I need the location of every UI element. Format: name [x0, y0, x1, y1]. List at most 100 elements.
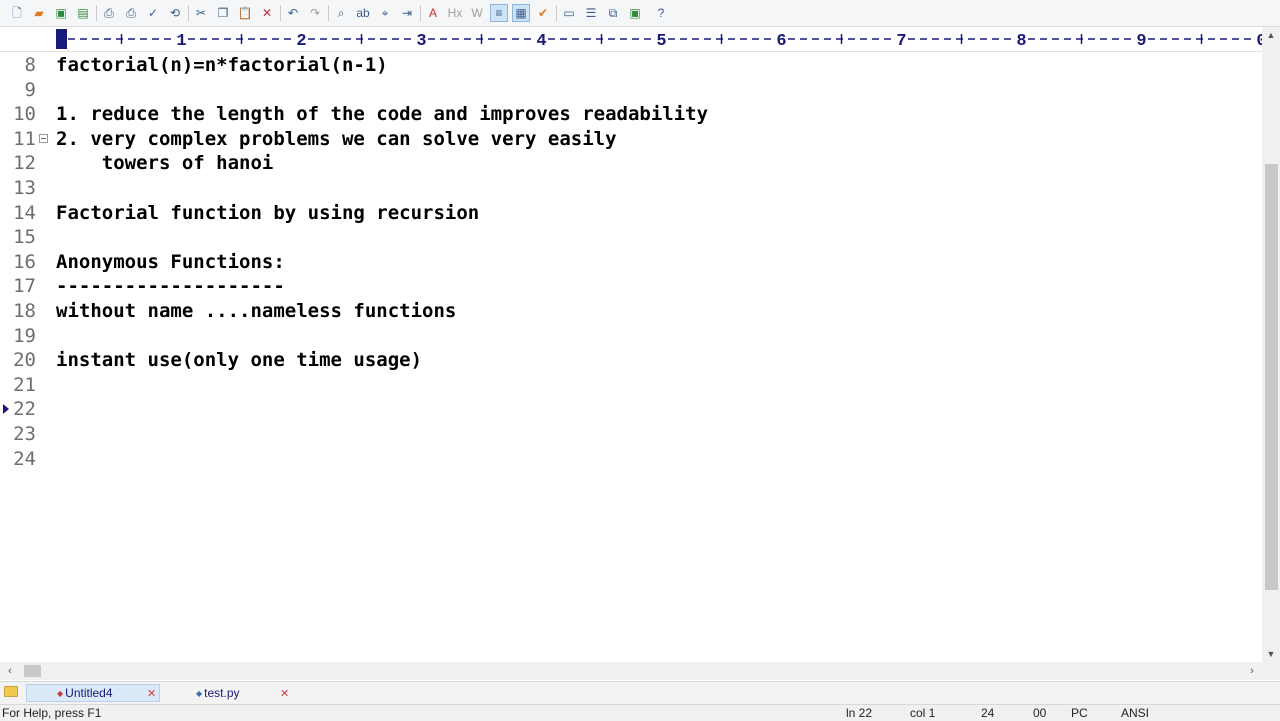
editor-line[interactable]: 15	[0, 225, 1262, 249]
editor-line[interactable]: 12 towers of hanoi	[0, 151, 1262, 175]
find-in-files-icon[interactable]: ⌖	[376, 4, 394, 22]
line-text[interactable]: towers of hanoi	[56, 151, 274, 175]
cut-icon[interactable]: ✂	[192, 4, 210, 22]
copy-icon[interactable]: ❐	[214, 4, 232, 22]
editor-line[interactable]: 8 factorial(n)=n*factorial(n-1)	[0, 53, 1262, 77]
column-mode-icon[interactable]: ▦	[512, 4, 530, 22]
python-file-icon: ◆	[196, 688, 203, 698]
line-number: 20	[13, 349, 36, 372]
ruler-label: 9	[1136, 32, 1146, 51]
editor-line[interactable]: 22	[0, 397, 1262, 421]
document-tabs: ◆ Untitled4 ✕ ◆ test.py ✕	[0, 681, 1280, 704]
save-all-icon[interactable]: ▤	[74, 4, 92, 22]
editor-line[interactable]: 9	[0, 78, 1262, 102]
line-number: 17	[13, 275, 36, 298]
editor-line[interactable]: 18 without name ....nameless functions	[0, 299, 1262, 323]
scrollbar-corner	[1262, 662, 1280, 680]
horizontal-scroll-thumb[interactable]	[24, 665, 41, 677]
goto-icon[interactable]: ⇥	[398, 4, 416, 22]
hex-icon[interactable]: Hx	[446, 4, 464, 22]
editor-line[interactable]: 13	[0, 176, 1262, 200]
line-number: 21	[13, 373, 36, 396]
folder-icon[interactable]	[4, 686, 18, 697]
spell-check-icon[interactable]: ✓	[144, 4, 162, 22]
find-icon[interactable]: ⌕	[332, 4, 350, 22]
ruler-label: 4	[536, 32, 546, 51]
scroll-right-icon[interactable]: ›	[1244, 662, 1260, 680]
line-text[interactable]: Anonymous Functions:	[56, 250, 285, 274]
vertical-scrollbar[interactable]: ▲ ▼	[1262, 27, 1280, 662]
list-icon[interactable]: ☰	[582, 4, 600, 22]
open-folder-icon[interactable]: ▰	[30, 4, 48, 22]
vertical-scroll-thumb[interactable]	[1265, 164, 1278, 590]
editor-area[interactable]: 8 factorial(n)=n*factorial(n-1) 9 10 1. redu…	[0, 52, 1262, 662]
editor-line[interactable]: 14 Factorial function by using recursion	[0, 201, 1262, 225]
close-tab-icon[interactable]: ✕	[147, 687, 156, 700]
panel-icon[interactable]: ▭	[560, 4, 578, 22]
check-icon[interactable]: ✔	[534, 4, 552, 22]
line-text[interactable]: Factorial function by using recursion	[56, 201, 479, 225]
editor-line[interactable]: 19	[0, 324, 1262, 348]
replace-mode-icon[interactable]: ⟲	[166, 4, 184, 22]
word-wrap-icon[interactable]: W	[468, 4, 486, 22]
line-text[interactable]: without name ....nameless functions	[56, 299, 456, 323]
editor-line[interactable]: 10 1. reduce the length of the code and i…	[0, 102, 1262, 126]
line-text[interactable]: instant use(only one time usage)	[56, 348, 422, 372]
scroll-down-icon[interactable]: ▼	[1262, 646, 1280, 662]
save-icon[interactable]: ▣	[52, 4, 70, 22]
editor-line[interactable]: 24	[0, 447, 1262, 471]
undo-icon[interactable]: ↶	[284, 4, 302, 22]
redo-icon[interactable]: ↷	[306, 4, 324, 22]
line-text[interactable]: 1. reduce the length of the code and imp…	[56, 102, 708, 126]
new-file-icon[interactable]: 🗋	[8, 4, 26, 22]
line-number: 19	[13, 324, 36, 347]
editor-line[interactable]: 11 2. very complex problems we can solve …	[0, 127, 1262, 151]
line-numbers-icon[interactable]: ≡	[490, 4, 508, 22]
editor-line[interactable]: 23	[0, 422, 1262, 446]
help-icon[interactable]: ?	[652, 4, 670, 22]
status-encoding: ANSI	[1121, 706, 1150, 720]
tab-label: test.py	[204, 686, 240, 700]
current-line-marker-icon	[3, 404, 9, 415]
line-number: 8	[24, 54, 36, 76]
editor-line[interactable]: 16 Anonymous Functions:	[0, 250, 1262, 274]
ruler-label: 8	[1016, 32, 1026, 51]
line-text[interactable]: --------------------	[56, 274, 285, 298]
line-number: 9	[24, 78, 36, 101]
print-preview-icon[interactable]: ⎙	[100, 4, 118, 22]
line-number: 11	[13, 127, 36, 150]
line-text[interactable]: 2. very complex problems we can solve ve…	[56, 127, 617, 151]
editor-line[interactable]: 21	[0, 373, 1262, 397]
status-mode: PC	[1071, 706, 1088, 720]
line-number: 13	[13, 177, 36, 199]
ruler-label: 6	[776, 32, 786, 51]
tab-label: Untitled4	[65, 686, 113, 700]
editor-line[interactable]: 17 --------------------	[0, 274, 1262, 298]
scroll-left-icon[interactable]: ‹	[2, 662, 18, 680]
clipboard-icon[interactable]: ⧉	[604, 4, 622, 22]
paste-icon[interactable]: 📋	[236, 4, 254, 22]
ruler-label: 5	[656, 32, 666, 51]
find-replace-icon[interactable]: ab	[354, 4, 372, 22]
delete-icon[interactable]: ✕	[258, 4, 276, 22]
format-icon[interactable]: A	[424, 4, 442, 22]
print-icon[interactable]: ⎙	[122, 4, 140, 22]
editor-line[interactable]: 20 instant use(only one time usage)	[0, 348, 1262, 372]
status-count: 24	[981, 706, 995, 720]
line-number: 12	[13, 152, 36, 175]
tab-test-py[interactable]: ◆ test.py ✕	[168, 684, 298, 702]
ruler-label: 1	[176, 32, 186, 51]
document-icon: ◆	[57, 688, 64, 698]
status-line: ln 22	[846, 706, 873, 720]
line-text[interactable]: factorial(n)=n*factorial(n-1)	[56, 53, 388, 77]
close-tab-icon[interactable]: ✕	[280, 687, 289, 700]
tab-untitled4[interactable]: ◆ Untitled4 ✕	[26, 684, 160, 702]
fold-toggle-icon[interactable]	[39, 133, 48, 143]
line-number: 23	[13, 423, 36, 445]
horizontal-scrollbar[interactable]: ‹ ›	[0, 662, 1262, 680]
macro-icon[interactable]: ▣	[626, 4, 644, 22]
ruler-cursor-marker	[56, 29, 67, 49]
scroll-up-icon[interactable]: ▲	[1262, 27, 1280, 43]
status-code: 00	[1033, 706, 1047, 720]
line-number: 14	[13, 201, 36, 224]
